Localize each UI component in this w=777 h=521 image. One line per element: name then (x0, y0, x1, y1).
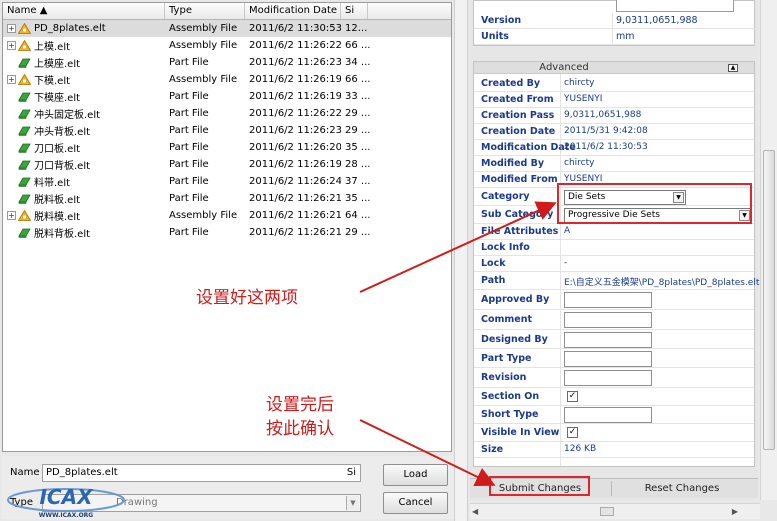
annotation-confirm: 按此确认 (266, 419, 334, 439)
arrow-to-submit (359, 419, 496, 487)
annotation-after-setting: 设置完后 (266, 395, 334, 415)
dialog-window: Name ▲ Type Modification Date Si + PD_8pl… (0, 0, 777, 521)
annotation-arrows (359, 201, 557, 487)
annotation-set-two-items: 设置好这两项 (196, 288, 298, 308)
arrow-to-category (359, 201, 557, 293)
